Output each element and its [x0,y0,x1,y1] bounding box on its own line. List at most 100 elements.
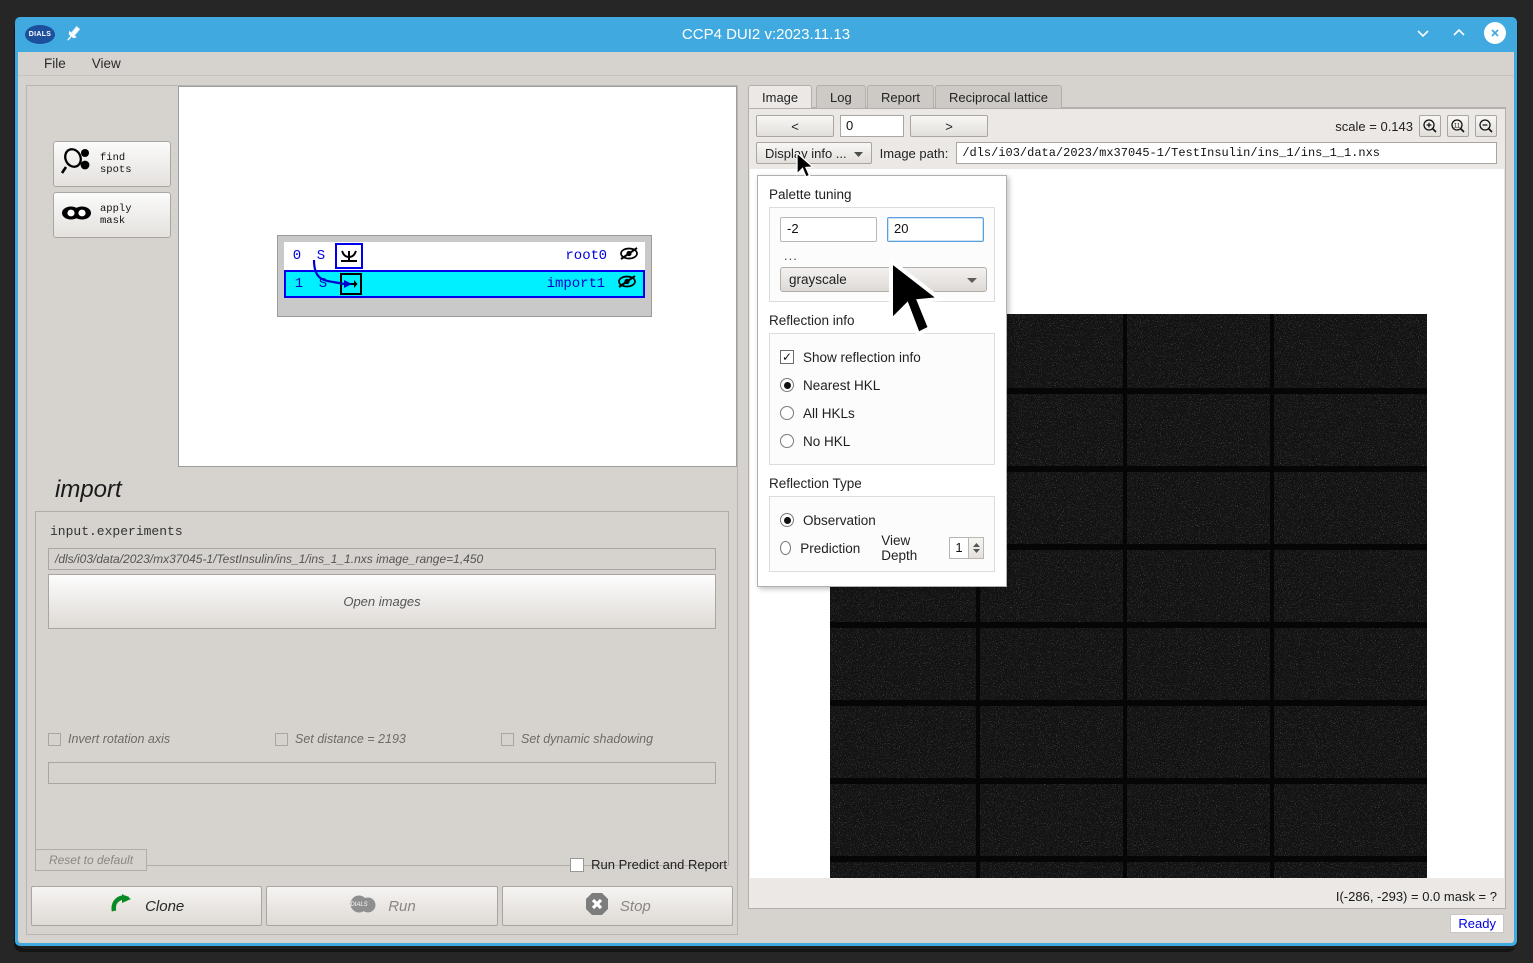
radio-all-hkls[interactable]: All HKLs [780,399,984,427]
stepper-arrows[interactable] [969,537,984,559]
invert-rotation-axis-checkbox[interactable]: Invert rotation axis [48,732,170,746]
status-badge: Ready [1450,913,1504,933]
input-experiments-value[interactable]: /dls/i03/data/2023/mx37045-1/TestInsulin… [48,548,716,570]
find-spots-icon [60,146,94,183]
status-bar: Ready [1450,912,1504,934]
stop-button[interactable]: Stop [501,886,733,926]
set-distance-checkbox[interactable]: Set distance = 2193 [275,732,406,746]
extra-params-input[interactable] [48,762,716,784]
tab-report[interactable]: Report [867,85,935,108]
palette-min-input[interactable]: -2 [780,217,877,242]
set-dynamic-shadowing-checkbox[interactable]: Set dynamic shadowing [501,732,653,746]
checkbox-box [570,857,585,872]
zoom-out-icon[interactable] [1475,115,1497,137]
colormap-select[interactable]: grayscale [780,267,987,292]
display-info-row: Display info ... Image path: /dls/i03/da… [756,142,1497,164]
window-title: CCP4 DUI2 v:2023.11.13 [681,26,851,43]
image-path-label: Image path: [879,145,949,161]
open-images-button[interactable]: Open images [48,574,716,629]
reset-to-default-button[interactable]: Reset to default [35,849,147,871]
mouse-cursor-icon [888,256,954,349]
radio-button [780,513,794,527]
node-connector [312,259,352,288]
radio-nearest-hkl[interactable]: Nearest HKL [780,371,984,399]
maximize-button[interactable] [1448,22,1470,44]
apply-mask-label: apply mask [100,203,132,227]
node-count: 0 [598,248,607,264]
screen: DIALS CCP4 DUI2 v:2023.11.13 File View f… [0,0,1533,963]
run-button[interactable]: DIALS Run [266,886,498,926]
reflection-type-heading: Reflection Type [769,476,862,491]
palette-tuning-heading: Palette tuning [769,187,852,202]
title-bar: DIALS CCP4 DUI2 v:2023.11.13 [18,20,1514,52]
radio-label: Observation [803,512,876,528]
radio-observation[interactable]: Observation [780,506,984,534]
image-path-value[interactable]: /dls/i03/data/2023/mx37045-1/TestInsulin… [956,142,1497,164]
run-predict-and-report-checkbox[interactable]: Run Predict and Report [570,857,727,872]
action-button-row: Clone DIALS Run Stop [31,886,733,926]
secondary-cursor-icon [796,151,818,187]
radio-label: Nearest HKL [803,377,881,393]
reflection-type-group: Observation Prediction View Depth 1 [769,496,995,572]
find-spots-label: find spots [100,152,132,176]
menu-file[interactable]: File [44,56,66,71]
clone-arrow-icon [109,891,135,921]
svg-text:DIALS: DIALS [351,902,368,908]
clone-button[interactable]: Clone [31,886,263,926]
checkbox-box [48,732,61,746]
import-options-row: Invert rotation axis Set distance = 2193… [48,732,716,752]
menu-view[interactable]: View [92,56,121,71]
window-controls [1412,22,1506,44]
tab-image[interactable]: Image [748,85,813,108]
checkbox-box: ✓ [780,350,794,364]
tab-reciprocal-lattice[interactable]: Reciprocal lattice [935,85,1062,108]
view-depth-label: View Depth [881,533,918,563]
radio-prediction[interactable] [780,541,792,555]
frame-number-input[interactable]: 0 [840,115,904,137]
menu-bar: File View [18,52,1514,76]
checkbox-label: Invert rotation axis [68,732,171,746]
palette-range-inputs: -2 20 [780,217,984,242]
radio-label: All HKLs [803,405,855,421]
radio-button [780,434,794,448]
palette-max-input[interactable]: 20 [887,217,984,242]
dials-run-icon: DIALS [348,891,378,921]
run-label: Run [388,897,416,915]
view-depth-value: 1 [949,537,969,559]
next-frame-button[interactable]: > [910,115,988,137]
node-graph-canvas[interactable]: 0 S root 0 1 S import 1 [178,86,737,467]
radio-no-hkl[interactable]: No HKL [780,427,984,455]
radio-label: No HKL [803,433,851,449]
close-button[interactable] [1484,22,1506,44]
checkbox-box [275,732,288,746]
minimize-button[interactable] [1412,22,1434,44]
view-depth-stepper[interactable]: 1 [949,537,984,559]
radio-label: Prediction [800,540,861,556]
checkbox-label: Set dynamic shadowing [521,732,654,746]
prev-frame-button[interactable]: < [756,115,834,137]
import-form: input.experiments /dls/i03/data/2023/mx3… [35,511,729,866]
chevron-down-icon [967,278,977,283]
apply-mask-button[interactable]: apply mask [53,192,171,238]
palette-ellipsis-label: ... [784,248,798,263]
tab-bar: Image Log Report Reciprocal lattice [748,85,1506,108]
clone-label: Clone [145,897,185,915]
tool-button-column: find spots apply mask [27,86,178,467]
find-spots-button[interactable]: find spots [53,141,171,187]
scale-label: scale = 0.143 [1335,118,1413,134]
palette-tuning-group: -2 20 ... grayscale [769,207,995,302]
display-info-popup: Palette tuning -2 20 ... grayscale Refle… [757,175,1007,587]
checkbox-label: Set distance = 2193 [295,732,406,746]
reflection-info-group: ✓ Show reflection info Nearest HKL All H… [769,333,995,465]
zoom-one-to-one-icon[interactable]: 11 [1447,115,1469,137]
eye-slash-icon[interactable] [615,274,639,294]
checkbox-label: Show reflection info [803,349,921,365]
node-count: 1 [596,276,605,292]
eye-slash-icon[interactable] [617,246,641,266]
svg-text:11: 11 [1454,124,1461,130]
checkbox-label: Run Predict and Report [591,857,727,872]
left-panel: find spots apply mask 0 S root 0 1 S imp… [26,85,738,935]
tab-log[interactable]: Log [816,85,866,108]
pixel-status-text: I(-286, -293) = 0.0 mask = ? [1335,889,1497,904]
zoom-in-icon[interactable] [1419,115,1441,137]
